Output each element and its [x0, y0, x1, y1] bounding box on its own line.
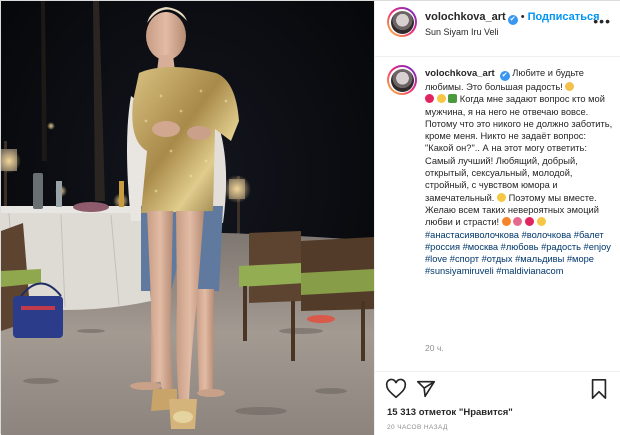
smiling-face-emoji-icon	[436, 94, 446, 104]
author-username[interactable]: volochkova_art	[425, 11, 506, 23]
follow-button[interactable]: Подписаться	[528, 11, 600, 23]
post-caption: volochkova_art ✔ Любите и будьте любимы. …	[425, 67, 613, 278]
more-options-icon[interactable]: •••	[593, 13, 611, 29]
caption-time: 20 ч.	[425, 343, 444, 353]
action-bar	[375, 371, 620, 407]
likes-count[interactable]: 15 313 отметок "Нравится"	[387, 407, 513, 418]
verified-badge-icon: ✔	[499, 71, 510, 81]
post-location[interactable]: Sun Siyam Iru Veli	[425, 27, 499, 37]
bookmark-icon[interactable]	[589, 378, 609, 405]
separator-dot: •	[520, 11, 525, 23]
red-heart-emoji-icon	[425, 94, 434, 104]
posted-time[interactable]: 20 ЧАСОВ НАЗАД	[387, 424, 448, 431]
caption-avatar[interactable]	[387, 65, 417, 95]
smiling-face-emoji-icon	[536, 217, 546, 227]
palm-tree-emoji-icon	[448, 94, 458, 104]
rose-emoji-icon	[513, 217, 523, 227]
instagram-post: volochkova_art ✔ • Подписаться Sun Siyam Ir…	[0, 0, 620, 435]
smiling-face-emoji-icon	[496, 192, 506, 202]
post-header: volochkova_art ✔ • Подписаться Sun Siyam Ir…	[375, 1, 620, 57]
post-side-panel: volochkova_art ✔ • Подписаться Sun Siyam Ir…	[374, 1, 620, 435]
caption-text-part-2: Когда мне задают вопрос кто мой мужчина,…	[425, 94, 613, 203]
verified-badge-icon: ✔	[507, 15, 518, 25]
beach-night-photo	[1, 1, 374, 435]
heart-icon[interactable]	[385, 378, 407, 405]
praying-hands-emoji-icon	[565, 82, 575, 91]
fire-emoji-icon	[501, 217, 511, 227]
comments-area[interactable]: volochkova_art ✔ Любите и будьте любимы. …	[375, 57, 620, 359]
header-user-line: volochkova_art ✔ • Подписаться	[425, 11, 600, 25]
caption-hashtags[interactable]: #анастасияволочкова #волочкова #балет #р…	[425, 230, 611, 277]
author-avatar[interactable]	[387, 7, 417, 37]
caption-username[interactable]: volochkova_art	[425, 68, 495, 79]
paper-plane-icon[interactable]	[415, 378, 437, 405]
red-heart-emoji-icon	[524, 217, 534, 227]
post-photo[interactable]	[1, 1, 374, 435]
